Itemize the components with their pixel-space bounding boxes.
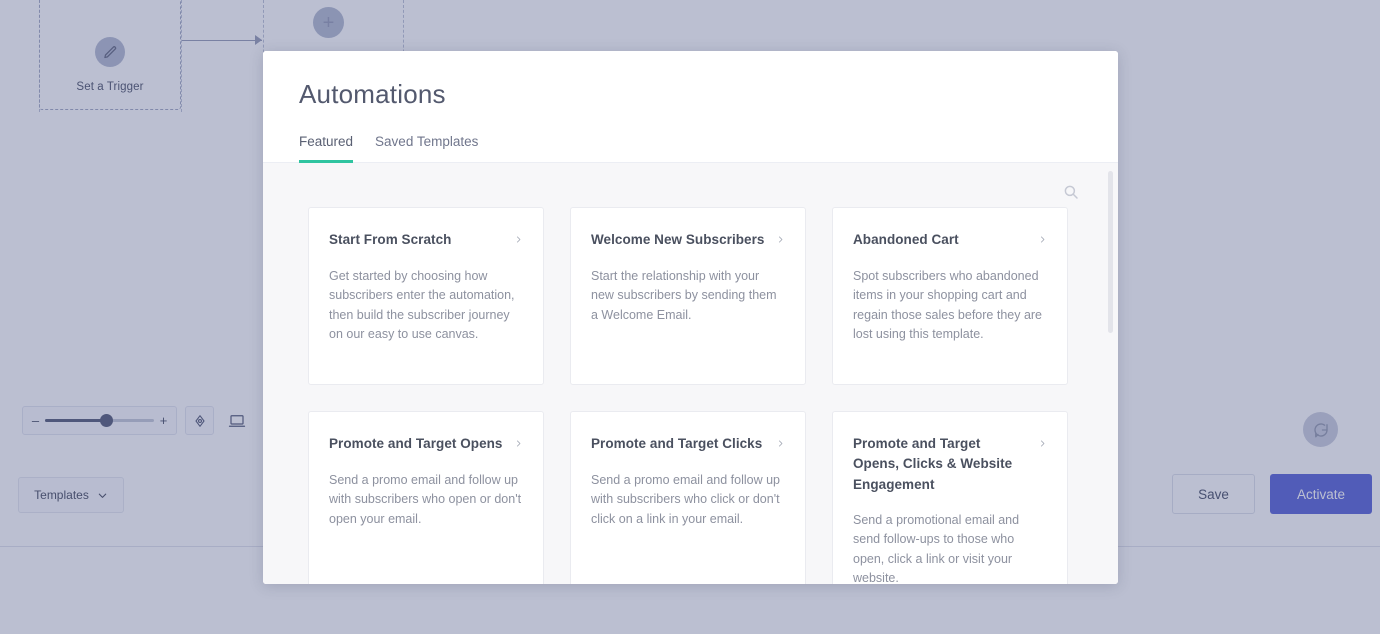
search-row: [263, 163, 1118, 207]
template-card-description: Send a promo email and follow up with su…: [591, 473, 781, 526]
modal-scrollbar-thumb[interactable]: [1108, 171, 1113, 333]
automations-modal: Automations Featured Saved Templates Sta…: [263, 51, 1118, 584]
template-card[interactable]: Abandoned Cart Spot subscribers who aban…: [832, 207, 1068, 385]
template-card-title: Promote and Target Clicks: [591, 436, 763, 451]
template-card-title: Promote and Target Opens, Clicks & Websi…: [853, 436, 1013, 492]
template-card-header: Promote and Target Clicks: [591, 434, 785, 455]
template-card[interactable]: Welcome New Subscribers Start the relati…: [570, 207, 806, 385]
template-card-header: Start From Scratch: [329, 230, 523, 251]
template-card-header: Promote and Target Opens, Clicks & Websi…: [853, 434, 1047, 495]
template-card-title: Start From Scratch: [329, 232, 452, 247]
modal-body: Start From Scratch Get started by choosi…: [263, 163, 1118, 584]
template-card-header: Abandoned Cart: [853, 230, 1047, 251]
chevron-right-icon[interactable]: [776, 233, 785, 251]
modal-header: Automations Featured Saved Templates: [263, 51, 1118, 163]
templates-grid: Start From Scratch Get started by choosi…: [308, 207, 1073, 584]
chevron-right-icon[interactable]: [776, 437, 785, 455]
templates-scroll-area[interactable]: Start From Scratch Get started by choosi…: [263, 207, 1118, 584]
template-card-description: Start the relationship with your new sub…: [591, 269, 777, 322]
template-card-description: Send a promotional email and send follow…: [853, 512, 1020, 584]
template-card-header: Promote and Target Opens: [329, 434, 523, 455]
template-card-header: Welcome New Subscribers: [591, 230, 785, 251]
automation-builder-app: Set a Trigger + – + Templates Save Activ…: [0, 0, 1380, 634]
tab-saved-templates[interactable]: Saved Templates: [375, 134, 478, 163]
chevron-right-icon[interactable]: [514, 233, 523, 251]
template-card[interactable]: Promote and Target Opens, Clicks & Websi…: [832, 411, 1068, 584]
modal-tabs: Featured Saved Templates: [299, 134, 1082, 163]
template-card[interactable]: Promote and Target Opens Send a promo em…: [308, 411, 544, 584]
template-card-description: Get started by choosing how subscribers …: [329, 269, 515, 342]
chevron-right-icon[interactable]: [514, 437, 523, 455]
template-card-description: Spot subscribers who abandoned items in …: [853, 269, 1043, 342]
template-card-description: Send a promo email and follow up with su…: [329, 473, 522, 526]
template-card[interactable]: Start From Scratch Get started by choosi…: [308, 207, 544, 385]
template-card[interactable]: Promote and Target Clicks Send a promo e…: [570, 411, 806, 584]
template-card-title: Welcome New Subscribers: [591, 232, 765, 247]
search-icon[interactable]: [1062, 183, 1080, 201]
chevron-right-icon[interactable]: [1038, 233, 1047, 251]
tab-featured[interactable]: Featured: [299, 134, 354, 163]
template-card-title: Promote and Target Opens: [329, 436, 503, 451]
page-title: Automations: [299, 79, 446, 109]
template-card-title: Abandoned Cart: [853, 232, 959, 247]
chevron-right-icon[interactable]: [1038, 437, 1047, 455]
